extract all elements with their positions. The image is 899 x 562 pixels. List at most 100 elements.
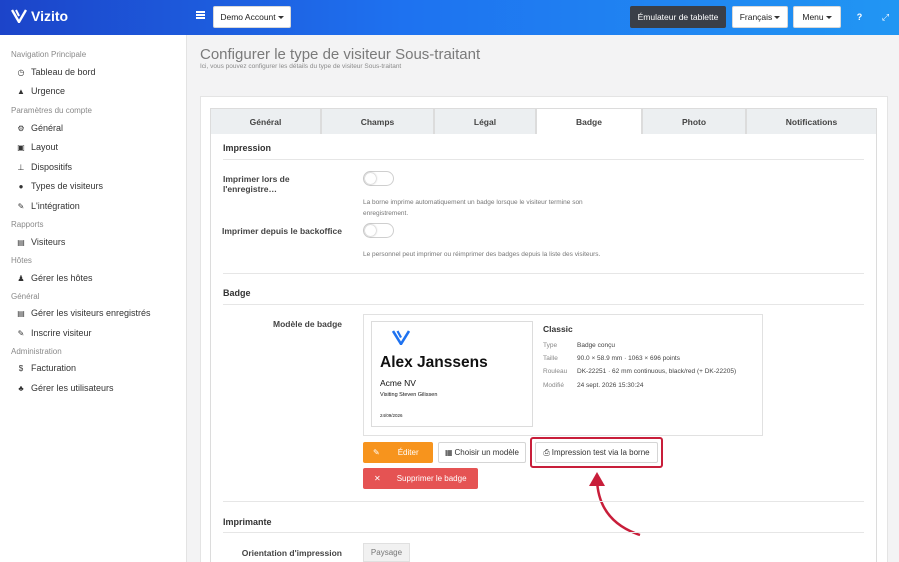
print-from-backoffice-help: Le personnel peut imprimer ou réimprimer… [363,251,601,258]
tab-fields[interactable]: Champs [321,108,434,135]
account-dropdown[interactable]: Demo Account [213,6,291,28]
page-title: Configurer le type de visiteur Sous-trai… [200,46,481,63]
sidebar-section-title: Rapports [11,220,44,229]
detail-key: Type [543,342,558,349]
badge-visitor-name: Alex Janssens [380,354,488,371]
sidebar-item-dashboard[interactable]: ◷ Tableau de bord [16,67,96,77]
account-label: Demo Account [220,12,276,22]
tab-badge[interactable]: Badge [536,108,642,135]
sidebar-item-visitors[interactable]: ▤ Visiteurs [16,237,65,247]
sidebar-section-title: Navigation Principale [11,50,87,59]
annotation-arrow [589,472,641,537]
delete-label: Supprimer le badge [396,474,467,483]
tab-photo[interactable]: Photo [642,108,746,135]
host-icon: ♟ [17,273,25,283]
app-logo[interactable]: Vizito [11,8,68,24]
app-name: Vizito [31,8,69,24]
expand-icon[interactable]: ⤢ [879,11,892,24]
impression-heading: Impression [223,143,272,153]
edit-badge-button[interactable]: ✎ Éditer [363,442,433,463]
dashboard-icon: ◷ [17,67,25,77]
sidebar-item-label: Inscrire visiteur [31,328,92,338]
divider [223,273,864,274]
grid-icon: ▦ [444,448,453,457]
user-plus-icon: ♣ [18,383,24,393]
menu-dropdown[interactable]: Menu [793,6,841,28]
edit-label: Éditer [397,448,419,457]
edit-icon: ✎ [373,448,380,457]
sidebar-item-register-visitor[interactable]: ✎ Inscrire visiteur [16,328,92,338]
sidebar-item-registered-visitors[interactable]: ▤ Gérer les visiteurs enregistrés [16,308,151,318]
tablet-emulator-button[interactable]: Émulateur de tablette [630,6,726,28]
language-label: Français [739,12,773,22]
print-orientation-select[interactable]: Paysage [363,543,410,562]
sidebar-item-users[interactable]: ♣ Gérer les utilisateurs [16,383,114,393]
tab-general[interactable]: Général [210,108,321,135]
sidebar-item-label: Tableau de bord [31,67,96,77]
tab-bar: Général Champs Légal Badge Photo Notific… [210,108,877,135]
dollar-icon: $ [18,363,24,373]
print-from-backoffice-toggle[interactable] [363,223,394,238]
tab-legal[interactable]: Légal [434,108,536,135]
print-on-register-help: La borne imprime automatiquement un badg… [363,199,583,217]
sidebar-item-billing[interactable]: $ Facturation [16,363,76,373]
caret-down-icon [277,15,284,19]
sidebar-item-label: Facturation [31,363,77,373]
divider [223,501,864,502]
users-icon: ● [18,181,24,191]
sidebar-item-label: Gérer les visiteurs enregistrés [31,308,151,318]
print-on-register-toggle[interactable] [363,171,394,186]
divider [223,304,864,305]
badge-date: 24/09/2026 [380,413,403,418]
sidebar-item-emergency[interactable]: ▲ Urgence [16,86,65,96]
list-icon: ▤ [17,237,25,247]
tab-notifications[interactable]: Notifications [746,108,877,135]
sidebar-item-layout[interactable]: ▣ Layout [16,142,58,152]
sidebar-item-visitor-types[interactable]: ● Types de visiteurs [16,181,103,191]
plug-icon: ✎ [17,201,25,211]
detail-key: Taille [543,355,558,362]
printer-heading: Imprimante [223,517,272,527]
list-icon: ▤ [17,308,25,318]
detail-key: Rouleau [543,368,568,375]
highlight-box [530,437,663,468]
detail-value: 90.0 × 58.9 mm · 1063 × 696 points [577,355,680,362]
caret-down-icon [825,15,832,19]
print-from-backoffice-label: Imprimer depuis le backoffice [222,226,342,236]
sidebar-item-label: Général [31,123,64,133]
sidebar-item-label: Dispositifs [31,162,73,172]
detail-value: Badge conçu [577,342,615,349]
top-navbar: Vizito Demo Account Émulateur de tablett… [0,0,899,35]
sidebar-item-devices[interactable]: ⊥ Dispositifs [16,162,73,172]
vizito-logo-icon [392,330,410,345]
sidebar-section-title: Administration [11,347,62,356]
sidebar-item-label: L'intégration [31,201,80,211]
hamburger-menu-icon[interactable] [196,11,205,19]
badge-heading: Badge [223,288,251,298]
page-subtitle: Ici, vous pouvez configurer les détails … [200,63,402,70]
caret-down-icon [774,15,781,19]
sidebar-item-hosts[interactable]: ♟ Gérer les hôtes [16,273,92,283]
detail-value: 24 sept. 2026 15:30:24 [577,382,644,389]
menu-label: Menu [802,12,824,22]
sidebar-item-integration[interactable]: ✎ L'intégration [16,201,80,211]
badge-template-name: Classic [543,324,573,334]
delete-badge-button[interactable]: ✕ Supprimer le badge [363,468,478,489]
pencil-icon: ✎ [17,328,25,338]
badge-visiting: Visiting Steven Gilissen [380,392,438,398]
close-icon: ✕ [374,474,381,483]
sitemap-icon: ⊥ [17,162,25,172]
divider [223,532,864,533]
sidebar-section-title: Hôtes [11,256,32,265]
sidebar-item-general[interactable]: ⚙ Général [16,123,63,133]
warning-icon: ▲ [17,86,25,96]
sidebar-item-label: Gérer les utilisateurs [31,383,114,393]
vizito-logo-icon [11,9,27,23]
badge-model-label: Modèle de badge [273,319,342,329]
question-circle-icon[interactable]: ? [853,11,866,24]
badge-preview[interactable]: Alex Janssens Acme NV Visiting Steven Gi… [371,321,533,427]
language-dropdown[interactable]: Français [732,6,788,28]
choose-model-button[interactable]: ▦ Choisir un modèle [438,442,526,463]
sidebar-section-title: Paramètres du compte [11,106,92,115]
gear-icon: ⚙ [17,123,25,133]
